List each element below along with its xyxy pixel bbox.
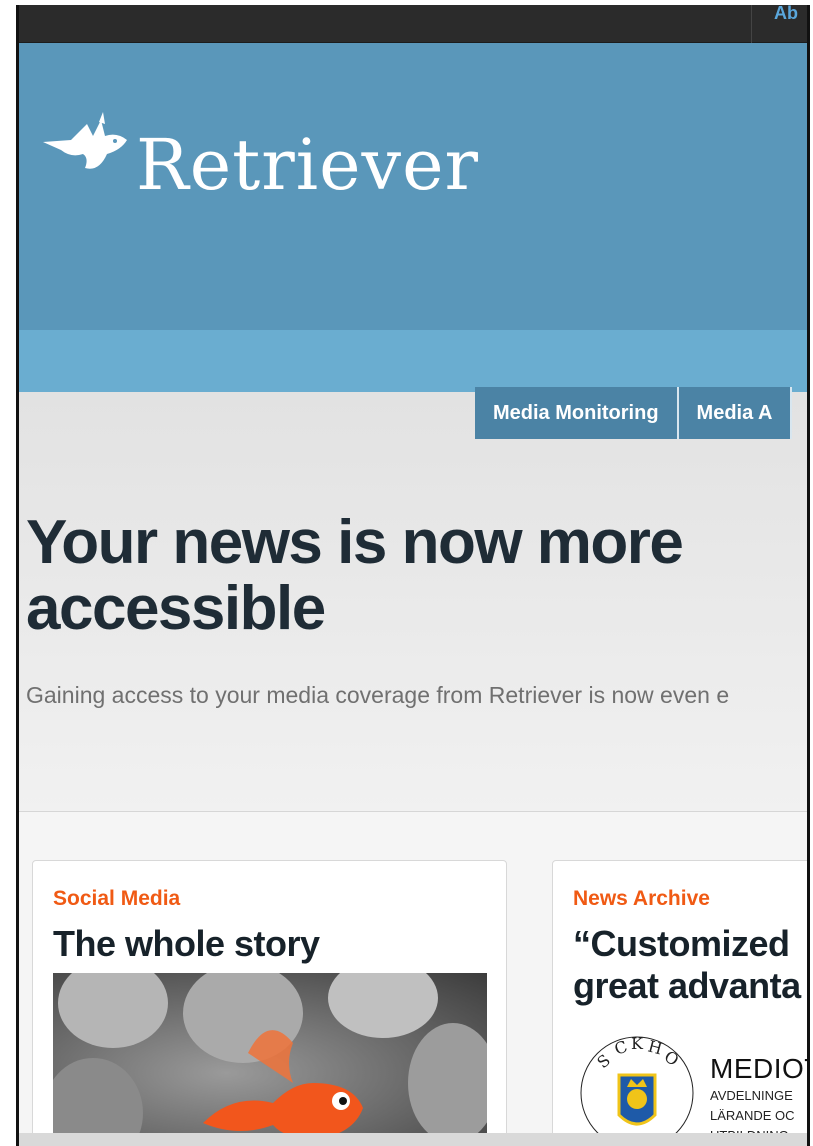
top-bar: Ab: [19, 5, 807, 43]
svg-text:K: K: [631, 1034, 644, 1053]
org-name: MEDIOT: [710, 1053, 807, 1084]
nav-item-media-a[interactable]: Media A: [678, 387, 793, 439]
nav-item-media-monitoring[interactable]: Media Monitoring: [475, 387, 679, 439]
top-bar-link[interactable]: Ab: [774, 5, 798, 24]
header-strip: [19, 330, 807, 392]
svg-text:O: O: [661, 1047, 683, 1070]
page-headline: Your news is now more accessible: [26, 508, 684, 643]
brand-name[interactable]: Retriever: [136, 130, 479, 200]
top-bar-separator: [751, 5, 752, 43]
main-nav: Media Monitoring Media A: [475, 387, 793, 439]
card-title-line: “Customized: [573, 923, 790, 964]
org-line: LÄRANDE OC: [710, 1108, 795, 1123]
card-title[interactable]: The whole story: [53, 923, 320, 965]
org-line: AVDELNINGE: [710, 1088, 793, 1103]
card-category[interactable]: News Archive: [573, 887, 710, 911]
social-media-card[interactable]: Social Media The whole story: [32, 860, 507, 1146]
svg-text:C: C: [612, 1037, 630, 1059]
fish-logo-icon[interactable]: [41, 110, 137, 185]
bottom-bar: [19, 1133, 807, 1146]
goldfish-photo[interactable]: [53, 973, 487, 1146]
card-category[interactable]: Social Media: [53, 887, 180, 911]
card-title[interactable]: “Customized great advanta: [573, 923, 801, 1007]
lead-text: Gaining access to your media coverage fr…: [26, 682, 730, 708]
browser-frame: Ab Retriever Media Monitoring Media A Yo…: [16, 5, 810, 1146]
stockholm-emblem-icon: S C K H O: [573, 1029, 701, 1146]
news-archive-card[interactable]: News Archive “Customized great advanta S…: [552, 860, 807, 1146]
svg-text:S: S: [593, 1050, 614, 1072]
svg-text:H: H: [646, 1037, 664, 1059]
card-title-line: great advanta: [573, 965, 801, 1006]
